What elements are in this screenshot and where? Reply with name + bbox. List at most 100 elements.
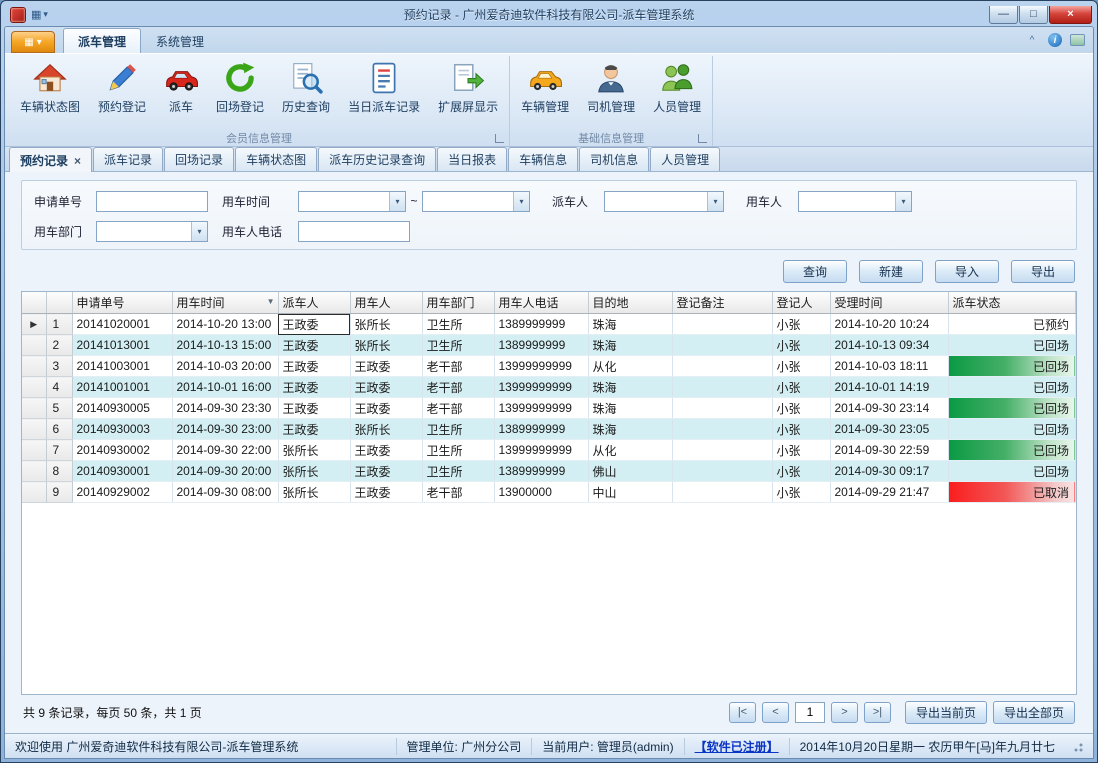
- user-combo[interactable]: ▾: [798, 191, 912, 212]
- column-header[interactable]: 登记备注: [672, 292, 772, 314]
- column-header[interactable]: 登记人: [772, 292, 830, 314]
- grid-cell[interactable]: 1389999999: [494, 314, 588, 335]
- ribbon-button[interactable]: 车辆状态图: [12, 57, 88, 128]
- grid-cell[interactable]: 2014-10-01 14:19: [830, 377, 948, 398]
- grid-cell[interactable]: 2014-10-13 09:34: [830, 335, 948, 356]
- status-cell[interactable]: 已回场: [948, 419, 1076, 440]
- dialog-launcher-icon[interactable]: [698, 134, 707, 143]
- row-number-cell[interactable]: 8: [46, 461, 72, 482]
- grid-cell[interactable]: 2014-10-20 10:24: [830, 314, 948, 335]
- grid-cell[interactable]: 从化: [588, 440, 672, 461]
- export-all-pages-button[interactable]: 导出全部页: [993, 701, 1075, 724]
- maximize-button[interactable]: □: [1019, 6, 1048, 24]
- grid-cell[interactable]: 20140930002: [72, 440, 172, 461]
- grid-cell[interactable]: 张所长: [278, 482, 350, 503]
- table-row[interactable]: 6201409300032014-09-30 23:00王政委张所长卫生所138…: [22, 419, 1076, 440]
- grid-cell[interactable]: 老干部: [422, 398, 494, 419]
- grid-cell[interactable]: 王政委: [350, 398, 422, 419]
- dialog-launcher-icon[interactable]: [495, 134, 504, 143]
- minimize-button[interactable]: —: [989, 6, 1018, 24]
- grid-cell[interactable]: 珠海: [588, 419, 672, 440]
- close-button[interactable]: ×: [1049, 6, 1092, 24]
- row-number-cell[interactable]: 7: [46, 440, 72, 461]
- table-row[interactable]: 5201409300052014-09-30 23:30王政委王政委老干部139…: [22, 398, 1076, 419]
- column-header[interactable]: 派车人: [278, 292, 350, 314]
- ribbon-button[interactable]: 人员管理: [645, 57, 709, 128]
- next-page-button[interactable]: >: [831, 702, 858, 723]
- grid-cell[interactable]: 王政委: [278, 377, 350, 398]
- doc-tab-2[interactable]: 派车记录: [93, 147, 163, 171]
- status-cell[interactable]: 已回场: [948, 335, 1076, 356]
- grid-cell[interactable]: 老干部: [422, 377, 494, 398]
- grid-cell[interactable]: 2014-09-30 23:00: [172, 419, 278, 440]
- table-row[interactable]: ▶1201410200012014-10-20 13:00王政委张所长卫生所13…: [22, 314, 1076, 335]
- grid-cell[interactable]: 珠海: [588, 335, 672, 356]
- grid-cell[interactable]: 王政委: [278, 419, 350, 440]
- grid-cell[interactable]: 王政委: [278, 314, 350, 335]
- grid-cell[interactable]: 2014-09-30 23:30: [172, 398, 278, 419]
- page-number-input[interactable]: [795, 702, 825, 723]
- grid-cell[interactable]: 卫生所: [422, 335, 494, 356]
- column-header[interactable]: 用车部门: [422, 292, 494, 314]
- grid-cell[interactable]: 2014-09-29 21:47: [830, 482, 948, 503]
- status-cell[interactable]: 已预约: [948, 314, 1076, 335]
- grid-cell[interactable]: 2014-09-30 23:05: [830, 419, 948, 440]
- grid-cell[interactable]: 13999999999: [494, 398, 588, 419]
- close-tab-icon[interactable]: ×: [74, 154, 81, 168]
- phone-input[interactable]: [298, 221, 410, 242]
- grid-cell[interactable]: 张所长: [278, 461, 350, 482]
- grid-cell[interactable]: 卫生所: [422, 419, 494, 440]
- resize-grip-icon[interactable]: [1071, 740, 1083, 752]
- use-time-to-dropdown-icon[interactable]: ▾: [513, 192, 529, 211]
- new-button[interactable]: 新建: [859, 260, 923, 283]
- status-cell[interactable]: 已取消: [948, 482, 1076, 503]
- grid-cell[interactable]: [672, 398, 772, 419]
- ribbon-button[interactable]: 预约登记: [90, 57, 154, 128]
- grid-cell[interactable]: 王政委: [278, 398, 350, 419]
- doc-tab-9[interactable]: 人员管理: [650, 147, 720, 171]
- grid-cell[interactable]: 2014-09-30 22:59: [830, 440, 948, 461]
- collapse-ribbon-icon[interactable]: ^: [1024, 32, 1040, 48]
- grid-cell[interactable]: 王政委: [350, 482, 422, 503]
- quick-access-grid-icon[interactable]: ▦: [31, 8, 41, 21]
- grid-cell[interactable]: 2014-09-30 20:00: [172, 461, 278, 482]
- grid-cell[interactable]: 从化: [588, 356, 672, 377]
- doc-tab-3[interactable]: 回场记录: [164, 147, 234, 171]
- row-number-cell[interactable]: 2: [46, 335, 72, 356]
- dispatcher-combo[interactable]: ▾: [604, 191, 724, 212]
- grid-cell[interactable]: 老干部: [422, 356, 494, 377]
- grid-cell[interactable]: 王政委: [350, 461, 422, 482]
- grid-cell[interactable]: 王政委: [350, 377, 422, 398]
- use-time-from-dropdown-icon[interactable]: ▾: [389, 192, 405, 211]
- grid-cell[interactable]: 王政委: [278, 335, 350, 356]
- skin-icon[interactable]: [1070, 34, 1085, 46]
- grid-cell[interactable]: 佛山: [588, 461, 672, 482]
- grid-cell[interactable]: 王政委: [350, 440, 422, 461]
- grid-cell[interactable]: 13999999999: [494, 440, 588, 461]
- grid-cell[interactable]: 小张: [772, 440, 830, 461]
- grid-cell[interactable]: 中山: [588, 482, 672, 503]
- column-header[interactable]: 用车人: [350, 292, 422, 314]
- doc-tab-1[interactable]: 预约记录×: [9, 147, 92, 172]
- grid-cell[interactable]: [672, 335, 772, 356]
- column-header[interactable]: 受理时间: [830, 292, 948, 314]
- grid-cell[interactable]: 小张: [772, 377, 830, 398]
- doc-tab-7[interactable]: 车辆信息: [508, 147, 578, 171]
- grid-cell[interactable]: 2014-09-30 09:17: [830, 461, 948, 482]
- grid-cell[interactable]: [672, 356, 772, 377]
- grid-cell[interactable]: 珠海: [588, 377, 672, 398]
- department-combo[interactable]: ▾: [96, 221, 208, 242]
- column-header[interactable]: 派车状态: [948, 292, 1076, 314]
- table-row[interactable]: 2201410130012014-10-13 15:00王政委张所长卫生所138…: [22, 335, 1076, 356]
- grid-cell[interactable]: 20141003001: [72, 356, 172, 377]
- doc-tab-8[interactable]: 司机信息: [579, 147, 649, 171]
- status-cell[interactable]: 已回场: [948, 377, 1076, 398]
- grid-cell[interactable]: 13900000: [494, 482, 588, 503]
- column-header[interactable]: 目的地: [588, 292, 672, 314]
- grid-cell[interactable]: [672, 482, 772, 503]
- column-header[interactable]: 用车时间▼: [172, 292, 278, 314]
- quick-access-dropdown-icon[interactable]: ▾: [43, 9, 48, 20]
- first-page-button[interactable]: |<: [729, 702, 756, 723]
- grid-cell[interactable]: 2014-10-03 20:00: [172, 356, 278, 377]
- grid-cell[interactable]: 小张: [772, 461, 830, 482]
